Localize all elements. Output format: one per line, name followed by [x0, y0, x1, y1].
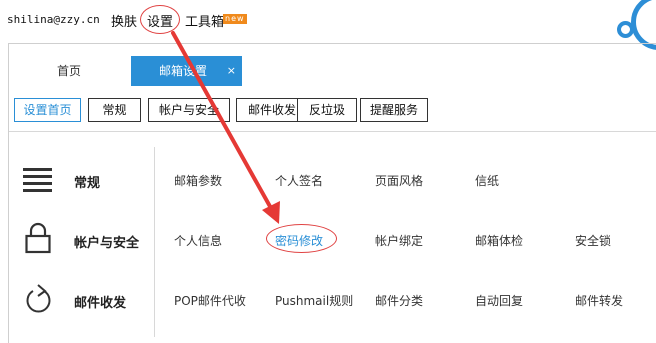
skin-link[interactable]: 换肤: [111, 11, 137, 30]
divider: [9, 131, 656, 132]
subtab-settings-home[interactable]: 设置首页: [14, 98, 81, 122]
category-divider: [154, 147, 155, 337]
subtab-account-security[interactable]: 帐户与安全: [148, 98, 230, 122]
refresh-icon: [26, 284, 51, 313]
item-signature[interactable]: 个人签名: [275, 172, 323, 189]
item-pushmail-rules[interactable]: Pushmail规则: [275, 292, 353, 309]
item-mailbox-params[interactable]: 邮箱参数: [174, 172, 222, 189]
subtab-reminder-service[interactable]: 提醒服务: [360, 98, 428, 122]
item-mail-forward[interactable]: 邮件转发: [575, 292, 623, 309]
category-mail-send-receive: 邮件收发: [74, 296, 127, 311]
item-mail-filter[interactable]: 邮件分类: [375, 292, 423, 309]
new-badge: new: [223, 14, 247, 24]
lock-icon: [25, 222, 51, 254]
password-annotation-circle: [266, 224, 337, 253]
item-personal-info[interactable]: 个人信息: [174, 232, 222, 249]
item-pop-fetch[interactable]: POP邮件代收: [174, 292, 246, 309]
item-auto-reply[interactable]: 自动回复: [475, 292, 523, 309]
tab-mailbox-settings-label: 邮箱设置: [159, 64, 208, 78]
subtab-general[interactable]: 常规: [88, 98, 141, 122]
top-bar: shilina@zzy.cn 换肤 设置 工具箱 new: [0, 0, 656, 40]
close-icon[interactable]: ×: [227, 56, 236, 86]
tab-home[interactable]: 首页: [9, 56, 129, 86]
subtab-anti-spam[interactable]: 反垃圾: [297, 98, 357, 122]
item-stationery[interactable]: 信纸: [475, 172, 499, 189]
item-mailbox-checkup[interactable]: 邮箱体检: [475, 232, 523, 249]
logo-ring-small: [617, 21, 634, 38]
item-page-style[interactable]: 页面风格: [375, 172, 423, 189]
settings-annotation-circle: [140, 5, 180, 34]
category-general: 常规: [74, 176, 101, 191]
category-account-security: 帐户与安全: [74, 236, 140, 251]
item-security-lock[interactable]: 安全锁: [575, 232, 611, 249]
menu-lines-icon: [23, 168, 52, 192]
item-account-binding[interactable]: 帐户绑定: [375, 232, 423, 249]
toolbox-link[interactable]: 工具箱: [185, 11, 224, 30]
user-email: shilina@zzy.cn: [7, 13, 100, 26]
tab-mailbox-settings[interactable]: 邮箱设置 ×: [131, 56, 242, 86]
